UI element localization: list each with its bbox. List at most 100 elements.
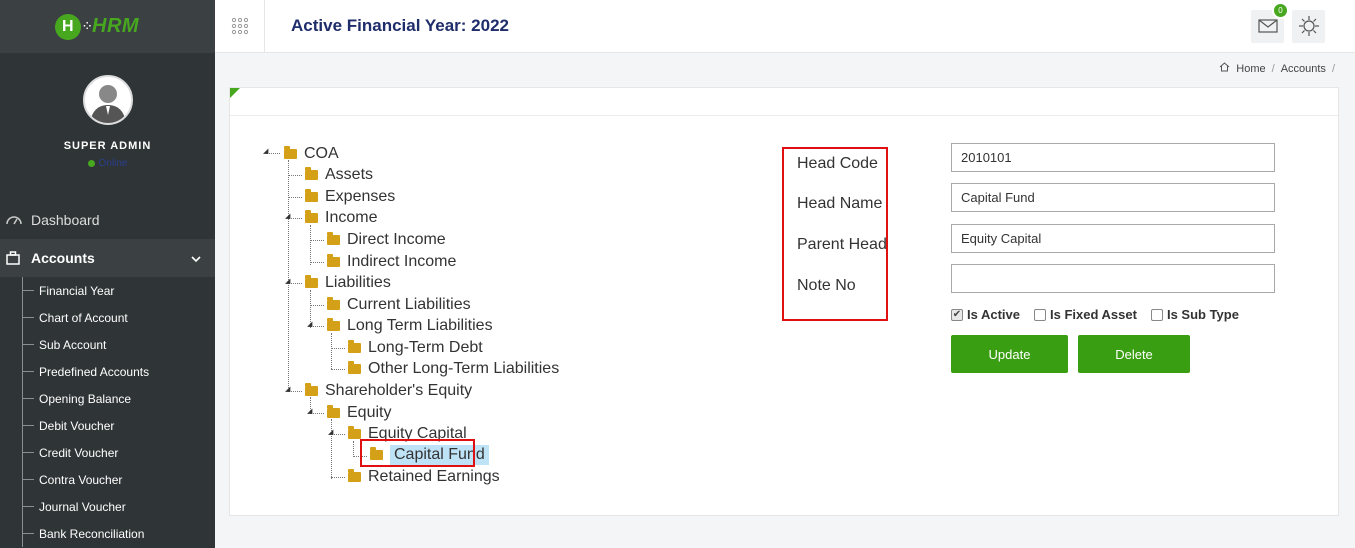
tree-node-long-term-liabilities[interactable]: Long Term Liabilities [327,317,493,335]
is-active-label: Is Active [967,307,1020,322]
is-fixed-asset-label: Is Fixed Asset [1050,307,1137,322]
online-dot-icon [87,160,95,167]
topbar: Active Financial Year: 2022 0 [215,0,1355,53]
expand-triangle-icon[interactable]: ◢ [307,407,312,415]
folder-icon [284,146,297,159]
tree-node-shareholders-equity[interactable]: Shareholder's Equity [305,382,472,400]
tree-node-assets[interactable]: Assets [305,166,373,184]
expand-triangle-icon[interactable]: ◢ [285,277,290,285]
logo-mark: H [55,13,81,40]
mail-badge: 0 [1272,1,1289,19]
brand-bar: H ⁘ HRM [0,0,215,53]
head-code-label: Head Code [797,155,878,172]
tree-node-direct-income[interactable]: Direct Income [327,231,446,249]
tree-node-label: Long-Term Debt [368,339,483,356]
parent-head-input[interactable]: Equity Capital [951,224,1275,253]
chevron-down-icon [191,250,201,266]
parent-head-label: Parent Head [797,236,887,253]
tree-node-label: Liabilities [325,274,391,291]
checkmark-icon: ✔ [951,308,963,321]
subnav-contra-voucher[interactable]: Contra Voucher [0,466,215,493]
status-text: Online [98,158,128,169]
card-corner-marker [230,88,240,98]
is-sub-type-label: Is Sub Type [1166,307,1239,322]
top-icons: 0 [1251,1,1325,43]
is-active-checkbox[interactable]: ✔ Is Active [951,307,1020,322]
app-logo[interactable]: H ⁘ HRM [55,13,140,40]
tree-node-coa[interactable]: COA [284,145,339,163]
tree-node-income[interactable]: Income [305,209,377,227]
folder-icon [348,469,361,482]
folder-icon [327,232,340,245]
sidebar: H ⁘ HRM SUPER ADMIN Online Dashboard Acc… [0,0,215,548]
note-no-input[interactable] [951,264,1275,293]
tree-node-indirect-income[interactable]: Indirect Income [327,253,456,271]
folder-icon [348,340,361,353]
tree-node-label: COA [304,145,339,162]
avatar[interactable] [82,75,133,125]
expand-triangle-icon[interactable]: ◢ [285,212,290,220]
folder-icon [348,426,361,439]
subnav-debit-voucher[interactable]: Debit Voucher [0,412,215,439]
tree-node-expenses[interactable]: Expenses [305,188,395,206]
expand-triangle-icon[interactable]: ◢ [328,428,333,436]
delete-button[interactable]: Delete [1078,335,1190,373]
head-name-label: Head Name [797,195,883,212]
subnav-predefined-accounts[interactable]: Predefined Accounts [0,358,215,385]
update-button[interactable]: Update [951,335,1068,373]
expand-triangle-icon[interactable]: ◢ [263,147,268,155]
folder-icon [327,318,340,331]
logo-text: HRM [92,15,140,37]
profile-status: Online [0,158,215,169]
expand-triangle-icon[interactable]: ◢ [307,320,312,328]
tree-node-label: Assets [325,166,374,183]
is-sub-type-checkbox[interactable]: Is Sub Type [1150,307,1239,322]
tree-node-retained-earnings[interactable]: Retained Earnings [348,468,500,486]
breadcrumb: Home / Accounts / [1219,62,1335,75]
tree-node-label: Income [325,209,378,226]
settings-button[interactable] [1292,9,1325,43]
tree-node-label: Retained Earnings [368,468,500,485]
breadcrumb-accounts[interactable]: Accounts [1281,63,1326,75]
is-fixed-asset-checkbox[interactable]: Is Fixed Asset [1034,307,1137,322]
profile-name: SUPER ADMIN [63,140,152,152]
subnav-opening-balance[interactable]: Opening Balance [0,385,215,412]
subnav-chart-of-account[interactable]: Chart of Account [0,304,215,331]
user-silhouette-icon [89,85,126,123]
tree-node-label: Equity [347,404,392,421]
tree-node-liabilities[interactable]: Liabilities [305,274,391,292]
tree-node-other-long-term-liabilities[interactable]: Other Long-Term Liabilities [348,360,559,378]
checkbox-group: ✔ Is Active Is Fixed Asset Is Sub Type [951,307,1239,322]
subnav-journal-voucher[interactable]: Journal Voucher [0,493,215,520]
tree-node-label: Expenses [325,188,396,205]
envelope-icon [1257,19,1278,33]
folder-icon [327,297,340,310]
tree-node-label: Current Liabilities [347,296,471,313]
home-icon [1219,62,1230,75]
tree-node-current-liabilities[interactable]: Current Liabilities [327,296,471,314]
subnav-sub-account[interactable]: Sub Account [0,331,215,358]
head-name-input[interactable]: Capital Fund [951,183,1275,212]
breadcrumb-separator: / [1271,62,1275,75]
gear-icon [1298,16,1319,36]
checkbox-empty-icon [1150,308,1163,321]
tree-node-equity[interactable]: Equity [327,404,391,422]
logo-dots-icon: ⁘ [83,21,92,32]
nav-dashboard[interactable]: Dashboard [0,201,215,239]
subnav-credit-voucher[interactable]: Credit Voucher [0,439,215,466]
folder-icon [305,167,318,180]
highlight-box-selected-node [360,439,475,467]
tree-node-label: Long Term Liabilities [347,317,493,334]
nav-accounts-label: Accounts [31,250,95,266]
head-code-input[interactable]: 2010101 [951,143,1275,172]
expand-triangle-icon[interactable]: ◢ [285,385,290,393]
mail-button[interactable]: 0 [1251,1,1289,43]
note-no-label: Note No [797,277,856,294]
app-grid-button[interactable] [215,0,265,53]
subnav-bank-reconciliation[interactable]: Bank Reconciliation [0,520,215,547]
tree-node-long-term-debt[interactable]: Long-Term Debt [348,339,483,357]
breadcrumb-home[interactable]: Home [1236,63,1265,75]
subnav-financial-year[interactable]: Financial Year [0,277,215,304]
folder-icon [348,361,361,374]
nav-accounts[interactable]: Accounts [0,239,215,277]
